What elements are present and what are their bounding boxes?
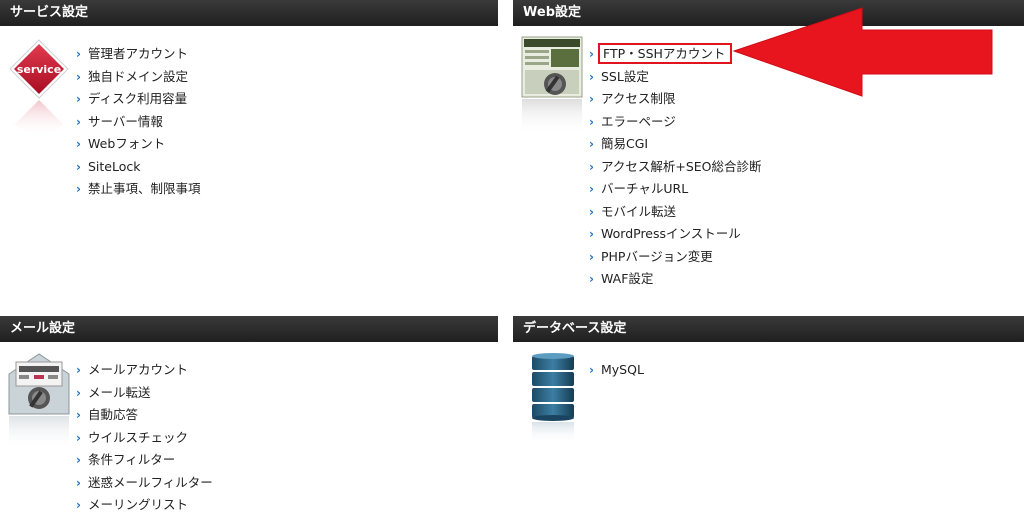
menu-item-simple-cgi[interactable]: › 簡易CGI [589, 133, 762, 156]
mail-settings-section: メール設定 › メールアカウント › メール転送 › 自動応答 › ウイルスチェ… [0, 316, 498, 514]
menu-item-mysql[interactable]: › MySQL [589, 359, 644, 382]
service-badge-icon: service [8, 38, 70, 142]
chevron-right-icon: › [589, 114, 594, 129]
service-settings-menu: › 管理者アカウント › 独自ドメイン設定 › ディスク利用容量 › サーバー情報 › W… [76, 43, 201, 201]
mail-settings-menu: › メールアカウント › メール転送 › 自動応答 › ウイルスチェック › 条件フィルタ… [76, 359, 213, 514]
menu-item-web-font[interactable]: › Webフォント [76, 133, 201, 156]
red-arrow-annotation [730, 4, 996, 104]
chevron-right-icon: › [589, 204, 594, 219]
chevron-right-icon: › [589, 47, 594, 61]
chevron-right-icon: › [589, 272, 594, 286]
control-panel: サービス設定 service › 管理者アカウント › 独自ドメイン設定 › デ… [0, 0, 1024, 514]
chevron-right-icon: › [589, 363, 594, 377]
chevron-right-icon: › [76, 159, 81, 174]
highlighted-link[interactable]: FTP・SSHアカウント [597, 43, 733, 64]
menu-item-mail-account[interactable]: › メールアカウント [76, 359, 213, 382]
menu-item-mailing-list[interactable]: › メーリングリスト [76, 494, 213, 514]
chevron-right-icon: › [589, 227, 594, 241]
chevron-right-icon: › [589, 137, 594, 151]
menu-item-virtual-url[interactable]: › バーチャルURL [589, 178, 762, 201]
chevron-right-icon: › [76, 47, 81, 61]
chevron-right-icon: › [76, 408, 81, 422]
chevron-right-icon: › [589, 249, 594, 264]
service-settings-section: サービス設定 service › 管理者アカウント › 独自ドメイン設定 › デ… [0, 0, 498, 300]
chevron-right-icon: › [589, 159, 594, 174]
menu-item-server-info[interactable]: › サーバー情報 [76, 111, 201, 134]
chevron-right-icon: › [76, 137, 81, 151]
database-icon [529, 352, 577, 450]
chevron-right-icon: › [76, 92, 81, 106]
chevron-right-icon: › [76, 69, 81, 84]
menu-item-mobile-redirect[interactable]: › モバイル転送 [589, 201, 762, 224]
web-settings-icon [521, 36, 583, 140]
database-settings-section: データベース設定 › MySQL [513, 316, 1024, 514]
mail-settings-icon [8, 352, 70, 456]
chevron-right-icon: › [76, 498, 81, 512]
mail-settings-header: メール設定 [0, 316, 498, 342]
menu-item-php-version[interactable]: › PHPバージョン変更 [589, 246, 762, 269]
chevron-right-icon: › [76, 475, 81, 490]
chevron-right-icon: › [76, 385, 81, 400]
chevron-right-icon: › [589, 92, 594, 106]
menu-item-spam-filter[interactable]: › 迷惑メールフィルター [76, 472, 213, 495]
chevron-right-icon: › [589, 182, 594, 196]
chevron-right-icon: › [76, 453, 81, 467]
chevron-right-icon: › [76, 182, 81, 196]
menu-item-waf[interactable]: › WAF設定 [589, 268, 762, 291]
menu-item-custom-domain[interactable]: › 独自ドメイン設定 [76, 66, 201, 89]
menu-item-wordpress-install[interactable]: › WordPressインストール [589, 223, 762, 246]
menu-item-disk-usage[interactable]: › ディスク利用容量 [76, 88, 201, 111]
menu-item-restrictions[interactable]: › 禁止事項、制限事項 [76, 178, 201, 201]
chevron-right-icon: › [76, 363, 81, 377]
chevron-right-icon: › [76, 114, 81, 129]
chevron-right-icon: › [76, 430, 81, 445]
chevron-right-icon: › [589, 69, 594, 84]
database-settings-menu: › MySQL [589, 359, 644, 382]
menu-item-virus-check[interactable]: › ウイルスチェック [76, 427, 213, 450]
menu-item-mail-forward[interactable]: › メール転送 [76, 382, 213, 405]
svg-text:service: service [17, 63, 61, 76]
menu-item-auto-reply[interactable]: › 自動応答 [76, 404, 213, 427]
menu-item-admin-account[interactable]: › 管理者アカウント [76, 43, 201, 66]
service-settings-header: サービス設定 [0, 0, 498, 26]
menu-item-access-analysis-seo[interactable]: › アクセス解析+SEO総合診断 [589, 156, 762, 179]
database-settings-header: データベース設定 [513, 316, 1024, 342]
menu-item-error-page[interactable]: › エラーページ [589, 111, 762, 134]
menu-item-condition-filter[interactable]: › 条件フィルター [76, 449, 213, 472]
menu-item-sitelock[interactable]: › SiteLock [76, 156, 201, 179]
